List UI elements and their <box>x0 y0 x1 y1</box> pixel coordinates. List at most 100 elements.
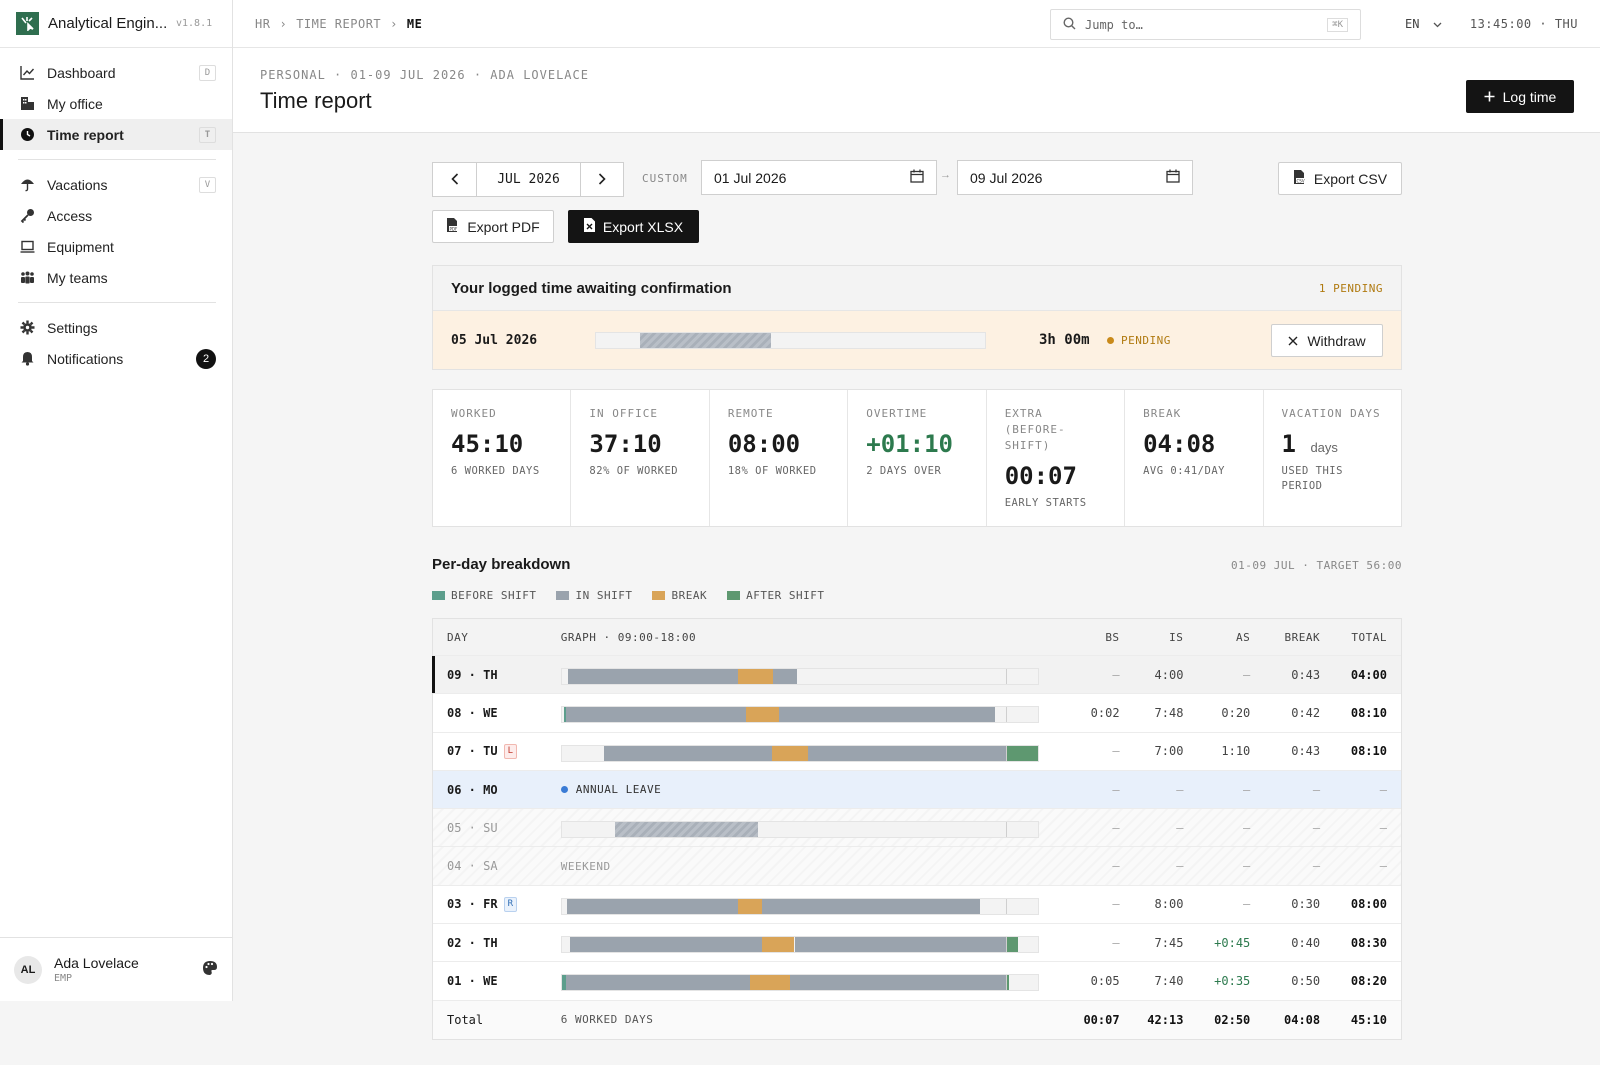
stat-label: WORKED <box>451 407 497 420</box>
stat-label: EXTRA (BEFORE-SHIFT) <box>1004 407 1066 452</box>
file-csv-icon: CSV <box>1293 170 1305 187</box>
sidebar-item-my-office[interactable]: My office <box>0 88 232 119</box>
pending-entry-bar <box>595 331 986 349</box>
nav-divider <box>18 159 216 160</box>
cell-is: – <box>1176 782 1184 797</box>
user-profile[interactable]: AL Ada Lovelace EMP <box>0 937 232 1001</box>
stat-value: 45:10 <box>451 430 524 458</box>
export-xlsx-button[interactable]: Export XLSX <box>568 210 699 243</box>
date-to-field[interactable]: 09 Jul 2026 <box>957 160 1193 195</box>
table-row[interactable]: 03 · FR R – 8:00 – 0:30 08:00 <box>433 886 1401 925</box>
sidebar-item-dashboard[interactable]: Dashboard D <box>0 57 232 88</box>
calendar-icon[interactable] <box>910 169 924 186</box>
avatar: AL <box>14 955 42 984</box>
brand[interactable]: Analytical Engin... v1.8.1 <box>0 0 232 48</box>
col-graph-header: GRAPH · 09:00-18:00 <box>560 630 697 644</box>
sidebar-item-label: Equipment <box>47 238 114 255</box>
breadcrumb-item-hr[interactable]: HR <box>255 17 270 31</box>
export-csv-button[interactable]: CSV Export CSV <box>1278 162 1402 195</box>
palette-icon[interactable] <box>202 960 218 979</box>
table-row[interactable]: 05 · SU – – – – – <box>433 809 1401 848</box>
day-graph: ANNUAL LEAVE <box>560 771 1050 808</box>
date-from-value: 01 Jul 2026 <box>714 169 787 186</box>
shortcut-hint: V <box>199 176 216 193</box>
bell-icon <box>19 351 35 367</box>
pending-title: Your logged time awaiting confirmation <box>451 279 732 297</box>
clock: 13:45:00 · THU <box>1469 17 1578 31</box>
search-input[interactable]: Jump to… ⌘K <box>1050 9 1361 40</box>
cell-total: – <box>1379 859 1387 874</box>
sidebar-item-label: Dashboard <box>47 64 116 81</box>
log-time-label: Log time <box>1502 88 1557 105</box>
language-select[interactable]: EN <box>1405 17 1442 31</box>
sidebar-item-access[interactable]: Access <box>0 200 232 231</box>
sidebar-item-notifications[interactable]: Notifications 2 <box>0 343 232 374</box>
date-from-field[interactable]: 01 Jul 2026 <box>701 160 937 195</box>
cell-as: – <box>1243 897 1251 912</box>
cell-bs: – <box>1112 744 1120 759</box>
sidebar-item-label: Time report <box>47 126 124 143</box>
table-row[interactable]: 06 · MO ANNUAL LEAVE – – – – – <box>433 770 1401 810</box>
breadcrumb-item-time-report[interactable]: TIME REPORT <box>296 17 381 31</box>
current-month[interactable]: JUL 2026 <box>477 172 580 187</box>
table-row[interactable]: 07 · TU L – 7:00 1:10 0:43 08:10 <box>433 733 1401 771</box>
total-label: Total <box>447 1012 484 1027</box>
shift-end-marker <box>1005 745 1007 761</box>
legend: BEFORE SHIFT IN SHIFT BREAK AFTER SHIFT <box>432 589 824 602</box>
break-segment <box>761 937 794 953</box>
cell-break: – <box>1312 820 1321 835</box>
row-day: 01 · WE <box>447 974 498 989</box>
sidebar-item-my-teams[interactable]: My teams <box>0 262 232 293</box>
col-is-header: IS <box>1169 630 1184 644</box>
in-shift-segment <box>794 937 1006 953</box>
table-row[interactable]: 04 · SA WEEKEND – – – – – <box>433 847 1401 886</box>
sidebar-item-label: My office <box>47 95 103 112</box>
sidebar-item-time-report[interactable]: Time report T <box>0 119 232 150</box>
cell-as: – <box>1243 667 1251 682</box>
row-day-cell: 07 · TU L <box>433 743 561 759</box>
table-row[interactable]: 08 · WE 0:02 7:48 0:20 0:42 08:10 <box>433 694 1401 733</box>
pending-confirmation-card: Your logged time awaiting confirmation 1… <box>432 265 1402 370</box>
page-title: Time report <box>260 88 372 113</box>
chart-line-icon <box>19 65 35 81</box>
export-pdf-button[interactable]: PDF Export PDF <box>432 210 554 243</box>
sidebar-item-vacations[interactable]: Vacations V <box>0 169 232 200</box>
day-graph <box>560 733 1050 770</box>
in-shift-segment <box>565 707 746 723</box>
in-shift-segment <box>772 669 797 684</box>
legend-label: IN SHIFT <box>575 589 633 602</box>
stat-sub: 82% OF WORKED <box>589 465 679 477</box>
cell-as: – <box>1243 859 1251 874</box>
cell-as: – <box>1243 820 1251 835</box>
log-time-button[interactable]: Log time <box>1466 80 1574 113</box>
col-bs-header: BS <box>1105 630 1120 644</box>
cell-bs: – <box>1112 782 1120 797</box>
day-graph <box>560 694 1050 731</box>
table-row[interactable]: 01 · WE 0:05 7:40 +0:35 0:50 08:20 <box>433 962 1401 1001</box>
sidebar-item-settings[interactable]: Settings <box>0 312 232 343</box>
chevron-down-icon <box>1433 17 1442 31</box>
cell-is: 7:00 <box>1154 744 1184 759</box>
pending-entry: 05 Jul 2026 3h 00m PENDING Withdraw <box>433 311 1401 369</box>
col-break-header: BREAK <box>1284 630 1321 644</box>
table-row[interactable]: 09 · TH – 4:00 – 0:43 04:00 <box>432 656 1401 695</box>
withdraw-button[interactable]: Withdraw <box>1271 324 1383 357</box>
stat-sub: EARLY STARTS <box>1004 497 1087 509</box>
in-shift-segment <box>565 975 750 991</box>
stat-value-number: 1 <box>1281 430 1296 458</box>
page-pretitle: PERSONAL · 01-09 JUL 2026 · ADA LOVELACE <box>260 68 589 82</box>
calendar-icon[interactable] <box>1166 169 1180 186</box>
prev-month-button[interactable] <box>433 163 477 196</box>
day-graph <box>560 886 1050 923</box>
next-month-button[interactable] <box>580 163 623 196</box>
table-row[interactable]: 02 · TH – 7:45 +0:45 0:40 08:30 <box>433 924 1401 963</box>
sidebar-item-equipment[interactable]: Equipment <box>0 231 232 262</box>
stat-in-office: IN OFFICE 37:10 82% OF WORKED <box>571 390 710 526</box>
legend-item: IN SHIFT <box>556 589 632 602</box>
cell-break: – <box>1312 859 1321 874</box>
shortcut-hint: D <box>199 64 216 81</box>
stat-label: VACATION DAYS <box>1281 407 1381 420</box>
sidebar-item-label: My teams <box>47 269 108 286</box>
cell-total: 04:00 <box>1350 667 1387 682</box>
remote-tag: R <box>503 896 517 912</box>
